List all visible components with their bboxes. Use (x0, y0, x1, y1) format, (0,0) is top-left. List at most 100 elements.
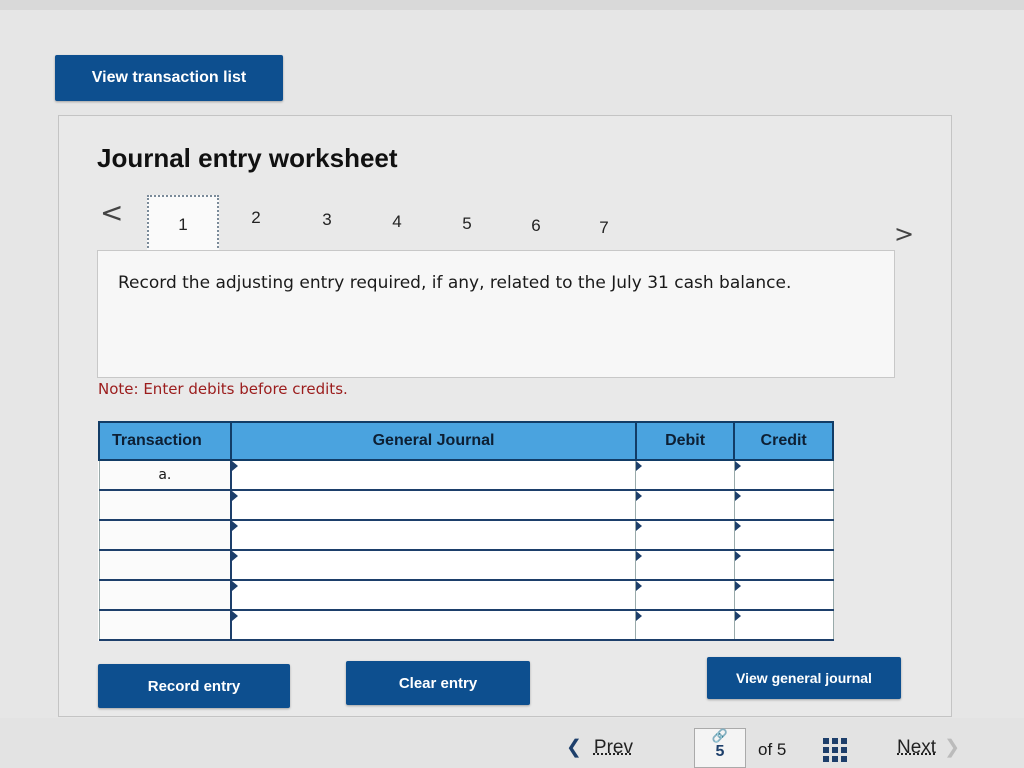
step-4[interactable]: 4 (382, 207, 412, 237)
table-row: a. (98, 459, 834, 491)
transaction-cell (98, 489, 233, 521)
table-row (98, 579, 834, 611)
dropdown-marker-icon (232, 581, 239, 591)
debit-input[interactable] (636, 551, 734, 579)
credit-cell[interactable] (733, 579, 834, 611)
credit-cell[interactable] (733, 549, 834, 581)
cell-marker-icon (734, 611, 741, 621)
next-page-button[interactable]: Next ❯ (897, 736, 960, 759)
note-text: Note: Enter debits before credits. (98, 380, 348, 398)
cell-marker-icon (734, 581, 741, 591)
record-entry-button[interactable]: Record entry (98, 664, 290, 708)
dropdown-marker-icon (232, 491, 239, 501)
current-page-number: 5 (715, 743, 725, 760)
dropdown-marker-icon (232, 551, 239, 561)
account-cell[interactable] (230, 459, 637, 491)
journal-table: Transaction General Journal Debit Credit… (97, 421, 834, 641)
step-5[interactable]: 5 (452, 209, 482, 239)
cell-marker-icon (636, 491, 643, 501)
table-row (98, 609, 834, 641)
debit-input[interactable] (636, 491, 734, 519)
instruction-text: Record the adjusting entry required, if … (118, 273, 792, 293)
table-row (98, 519, 834, 551)
cell-marker-icon (636, 461, 643, 471)
debit-cell[interactable] (635, 579, 735, 611)
page-total: of 5 (758, 740, 787, 759)
transaction-cell (98, 549, 233, 581)
cell-marker-icon (734, 551, 741, 561)
account-input[interactable] (232, 551, 636, 579)
clear-entry-button[interactable]: Clear entry (346, 661, 530, 705)
debit-cell[interactable] (635, 549, 735, 581)
credit-input[interactable] (734, 581, 833, 609)
header-credit: Credit (733, 421, 834, 461)
cell-marker-icon (636, 551, 643, 561)
instruction-box: Record the adjusting entry required, if … (97, 250, 895, 378)
transaction-cell (98, 519, 233, 551)
debit-cell[interactable] (635, 459, 735, 491)
debit-cell[interactable] (635, 519, 735, 551)
debit-input[interactable] (636, 581, 734, 609)
credit-input[interactable] (734, 461, 833, 489)
transaction-cell (98, 609, 233, 641)
credit-input[interactable] (734, 491, 833, 519)
credit-cell[interactable] (733, 459, 834, 491)
step-3[interactable]: 3 (312, 205, 342, 235)
account-cell[interactable] (230, 519, 637, 551)
next-label: Next (897, 737, 937, 758)
cell-marker-icon (636, 581, 643, 591)
dropdown-marker-icon (232, 461, 239, 471)
step-6[interactable]: 6 (521, 211, 551, 241)
credit-cell[interactable] (733, 489, 834, 521)
credit-cell[interactable] (733, 609, 834, 641)
table-row (98, 549, 834, 581)
header-transaction: Transaction (97, 421, 233, 461)
prev-label: Prev (593, 737, 633, 758)
account-cell[interactable] (230, 549, 637, 581)
account-cell[interactable] (230, 489, 637, 521)
transaction-cell (98, 579, 233, 611)
dropdown-marker-icon (232, 521, 239, 531)
link-icon: 🔗 (711, 728, 729, 743)
prev-page-button[interactable]: ❮ Prev (566, 736, 633, 759)
account-input[interactable] (232, 611, 636, 639)
table-row (98, 489, 834, 521)
account-input[interactable] (232, 461, 636, 489)
next-step-arrow-icon[interactable]: > (894, 220, 914, 248)
page-number-box[interactable]: 🔗 5 (694, 728, 746, 768)
account-input[interactable] (232, 491, 636, 519)
cell-marker-icon (734, 461, 741, 471)
chevron-left-icon: ❮ (566, 737, 582, 758)
dropdown-marker-icon (232, 611, 239, 621)
page-title: Journal entry worksheet (97, 143, 398, 173)
debit-input[interactable] (636, 611, 734, 639)
header-debit: Debit (634, 421, 736, 461)
cell-marker-icon (734, 521, 741, 531)
debit-cell[interactable] (635, 609, 735, 641)
account-input[interactable] (232, 581, 636, 609)
bottom-pager-bar (0, 718, 1024, 768)
grid-menu-icon[interactable] (823, 738, 847, 762)
debit-input[interactable] (636, 461, 734, 489)
step-1[interactable]: 1 (147, 195, 219, 255)
top-strip (0, 0, 1024, 10)
header-general-journal: General Journal (230, 421, 637, 461)
credit-input[interactable] (734, 551, 833, 579)
view-general-journal-button[interactable]: View general journal (707, 657, 901, 699)
step-7[interactable]: 7 (589, 213, 619, 243)
account-cell[interactable] (230, 579, 637, 611)
credit-input[interactable] (734, 521, 833, 549)
cell-marker-icon (636, 521, 643, 531)
credit-input[interactable] (734, 611, 833, 639)
transaction-cell: a. (98, 459, 233, 491)
debit-cell[interactable] (635, 489, 735, 521)
step-2[interactable]: 2 (241, 203, 271, 233)
cell-marker-icon (734, 491, 741, 501)
credit-cell[interactable] (733, 519, 834, 551)
debit-input[interactable] (636, 521, 734, 549)
account-input[interactable] (232, 521, 636, 549)
chevron-right-icon: ❯ (944, 737, 960, 758)
prev-step-arrow-icon[interactable]: < (100, 196, 123, 229)
account-cell[interactable] (230, 609, 637, 641)
view-transaction-list-button[interactable]: View transaction list (55, 55, 283, 101)
